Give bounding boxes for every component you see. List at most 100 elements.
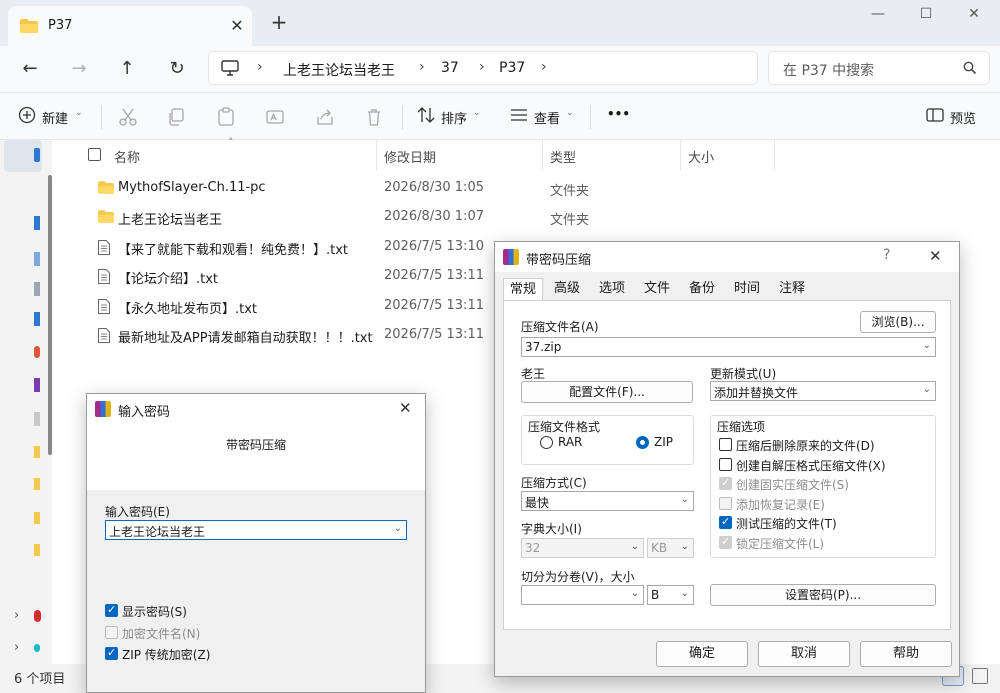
tab-comment[interactable]: 注释 [772, 278, 812, 300]
compression-method-select[interactable]: 最快 ⌄ [521, 491, 694, 511]
folder-icon [98, 181, 114, 194]
tab-p37[interactable]: P37 ✕ [8, 6, 252, 46]
tab-title: P37 [48, 18, 73, 33]
encrypt-filenames-label[interactable]: 加密文件名(N) [122, 625, 200, 642]
profiles-button[interactable]: 配置文件(F)... [521, 381, 693, 403]
archive-format-group: 压缩文件格式 RAR ZIP [521, 415, 694, 465]
column-size[interactable]: 大小 [688, 147, 714, 166]
forward-arrow-icon[interactable]: → [65, 55, 93, 83]
delete-after-label[interactable]: 压缩后删除原来的文件(D) [736, 437, 875, 454]
ok-button[interactable]: 确定 [656, 641, 748, 667]
maximize-icon[interactable]: ☐ [911, 6, 941, 26]
column-divider[interactable] [376, 140, 377, 170]
encrypt-filenames-checkbox[interactable] [105, 626, 118, 639]
recovery-record-label[interactable]: 添加恢复记录(E) [736, 496, 825, 513]
browse-button[interactable]: 浏览(B)... [860, 311, 936, 333]
new-button[interactable]: 新建 ⌄ [18, 105, 90, 129]
solid-archive-checkbox[interactable] [719, 476, 732, 490]
tab-close-icon[interactable]: ✕ [226, 15, 248, 37]
close-window-icon[interactable]: ✕ [959, 6, 989, 26]
split-unit-select[interactable]: B ⌄ [647, 585, 694, 605]
tab-backup[interactable]: 备份 [682, 278, 722, 300]
dictionary-unit-select[interactable]: KB ⌄ [647, 538, 694, 558]
breadcrumb-item[interactable]: P37 [499, 60, 525, 76]
zip-radio[interactable] [636, 436, 649, 449]
cut-icon[interactable] [118, 107, 138, 127]
dictionary-size-select[interactable]: 32 ⌄ [521, 538, 644, 558]
column-divider[interactable] [680, 140, 681, 170]
password-input[interactable]: 上老王论坛当老王 ⌄ [105, 520, 407, 540]
split-volumes-input[interactable]: ⌄ [521, 585, 644, 605]
preview-button[interactable]: 预览 [926, 105, 986, 129]
solid-archive-label[interactable]: 创建固实压缩文件(S) [736, 476, 849, 493]
rar-radio[interactable] [540, 436, 553, 449]
lock-archive-checkbox[interactable] [719, 535, 732, 549]
column-date[interactable]: 修改日期 [384, 147, 436, 166]
chevron-right-icon[interactable]: › [14, 608, 19, 623]
zip-legacy-encryption-label[interactable]: ZIP 传统加密(Z) [122, 646, 210, 663]
share-icon[interactable] [315, 107, 335, 127]
column-divider[interactable] [774, 140, 775, 170]
breadcrumb-item[interactable]: 上老王论坛当老王 [283, 60, 395, 80]
sort-button[interactable]: 排序 ⌄ [417, 105, 487, 129]
search-box[interactable]: 在 P37 中搜索 [768, 51, 990, 85]
close-icon[interactable]: ✕ [929, 247, 942, 265]
select-all-checkbox[interactable] [88, 148, 101, 161]
tab-time[interactable]: 时间 [727, 278, 767, 300]
create-sfx-checkbox[interactable] [719, 458, 732, 471]
show-password-label[interactable]: 显示密码(S) [122, 603, 187, 620]
chevron-right-icon: › [257, 59, 263, 75]
zip-legacy-encryption-checkbox[interactable] [105, 646, 118, 660]
help-button[interactable]: 帮助 [860, 641, 952, 667]
sidebar-item-icon [34, 610, 41, 622]
create-sfx-label[interactable]: 创建自解压格式压缩文件(X) [736, 457, 886, 474]
refresh-icon[interactable]: ↻ [163, 55, 191, 83]
breadcrumb-item[interactable]: 37 [441, 60, 459, 76]
paste-icon[interactable] [216, 107, 236, 127]
chevron-down-icon: ⌄ [566, 108, 574, 118]
delete-icon[interactable] [364, 107, 384, 127]
file-row[interactable]: 上老王论坛当老王 2026/8/30 1:07 文件夹 [52, 202, 992, 231]
tiles-view-icon[interactable] [972, 668, 988, 684]
column-name[interactable]: 名称 [114, 147, 140, 166]
set-password-button[interactable]: 设置密码(P)... [710, 584, 936, 606]
archive-dialog: 带密码压缩 ? ✕ 常规 高级 选项 文件 备份 时间 注释 压缩文件名(A) … [494, 241, 960, 677]
archive-name-input[interactable]: 37.zip ⌄ [521, 337, 936, 357]
tab-files[interactable]: 文件 [637, 278, 677, 300]
recovery-record-checkbox[interactable] [719, 497, 732, 510]
chevron-right-icon[interactable]: › [14, 640, 19, 655]
update-mode-select[interactable]: 添加并替换文件 ⌄ [710, 381, 936, 401]
file-row[interactable]: MythofSlayer-Ch.11-pc 2026/8/30 1:05 文件夹 [52, 173, 992, 202]
zip-label[interactable]: ZIP [654, 435, 673, 449]
lock-archive-label[interactable]: 锁定压缩文件(L) [736, 535, 824, 552]
close-icon[interactable]: ✕ [399, 399, 412, 417]
tab-general[interactable]: 常规 [503, 278, 543, 300]
divider [101, 105, 102, 129]
delete-after-checkbox[interactable] [719, 438, 732, 451]
tab-advanced[interactable]: 高级 [547, 278, 587, 300]
minimize-icon[interactable]: — [863, 6, 893, 26]
address-bar[interactable]: › 上老王论坛当老王 › 37 › P37 › [208, 51, 758, 85]
tab-options[interactable]: 选项 [592, 278, 632, 300]
new-tab-icon[interactable]: + [268, 12, 290, 34]
chevron-down-icon[interactable]: ⌄ [394, 523, 402, 534]
chevron-down-icon[interactable]: ⌄ [923, 340, 931, 351]
file-date: 2026/7/5 13:10 [384, 239, 484, 254]
test-files-checkbox[interactable] [719, 515, 732, 529]
help-icon[interactable]: ? [883, 247, 890, 263]
copy-icon[interactable] [166, 107, 186, 127]
column-divider[interactable] [542, 140, 543, 170]
column-type[interactable]: 类型 [550, 147, 576, 166]
back-arrow-icon[interactable]: ← [16, 55, 44, 83]
view-button[interactable]: 查看 ⌄ [510, 105, 580, 129]
test-files-label[interactable]: 测试压缩的文件(T) [736, 515, 837, 532]
up-arrow-icon[interactable]: ↑ [113, 55, 141, 83]
more-options-icon[interactable]: ••• [607, 107, 630, 131]
sidebar-item-icon [34, 148, 40, 162]
chevron-down-icon: ⌄ [680, 588, 689, 599]
rename-icon[interactable] [265, 107, 285, 127]
chevron-down-icon[interactable]: ⌄ [631, 588, 639, 599]
show-password-checkbox[interactable] [105, 603, 118, 617]
rar-label[interactable]: RAR [558, 435, 582, 449]
cancel-button[interactable]: 取消 [758, 641, 850, 667]
